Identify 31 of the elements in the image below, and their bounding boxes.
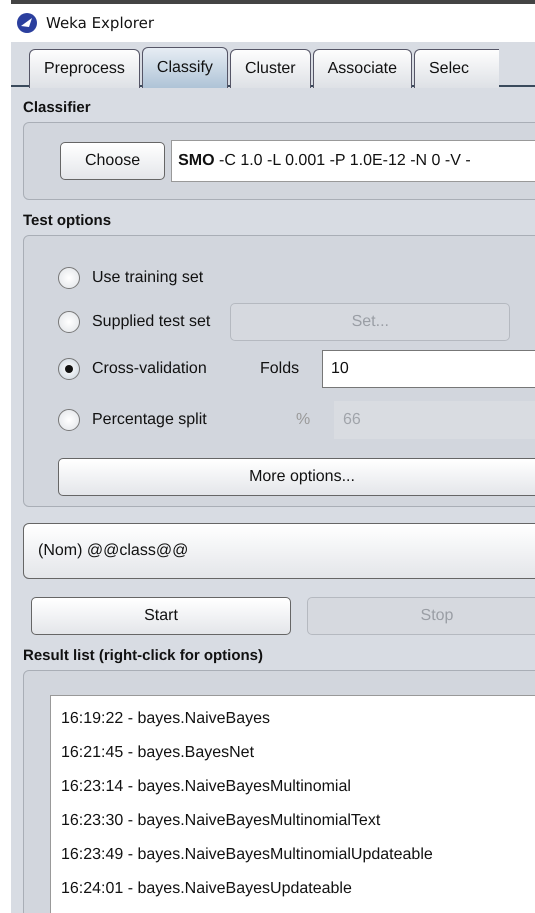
radio-label: Use training set	[92, 269, 204, 287]
radio-button[interactable]	[58, 409, 80, 431]
tab[interactable]: Preprocess	[29, 49, 140, 88]
radio-label: Percentage split	[92, 411, 208, 429]
more-options-button[interactable]: More options...	[58, 458, 535, 496]
field-label: %	[296, 411, 312, 429]
result-list-item[interactable]: 16:23:14 - bayes.NaiveBayesMultinomial	[51, 770, 535, 804]
field-label: Folds	[260, 360, 300, 378]
section-heading: Result list (right-click for options)	[23, 646, 264, 666]
radio-button[interactable]	[58, 267, 80, 289]
class-dropdown[interactable]: (Nom) @@class@@	[23, 523, 535, 579]
start-button[interactable]: Start	[31, 597, 291, 635]
tab[interactable]: Classify	[142, 47, 228, 88]
radio-button[interactable]	[58, 358, 80, 380]
tab[interactable]: Selec	[414, 49, 500, 88]
section-heading: Test options	[23, 211, 112, 231]
result-list-item[interactable]: 16:24:01 - bayes.NaiveBayesUpdateable	[51, 872, 535, 906]
tab[interactable]: Cluster	[230, 49, 311, 88]
result-list-item[interactable]: 16:21:45 - bayes.BayesNet	[51, 736, 535, 770]
choose-button[interactable]: Choose	[60, 142, 166, 180]
window-title: Weka Explorer	[46, 14, 154, 32]
result-list-item[interactable]: 16:19:22 - bayes.NaiveBayes	[51, 702, 535, 736]
result-list-item[interactable]: 16:23:30 - bayes.NaiveBayesMultinomialText	[51, 804, 535, 838]
radio-button[interactable]	[58, 311, 80, 333]
radio-label: Supplied test set	[92, 313, 210, 331]
radio-label: Cross-validation	[92, 360, 208, 378]
classifier-command-field[interactable]: SMO -C 1.0 -L 0.001 -P 1.0E-12 -N 0 -V -	[171, 140, 535, 182]
section-heading: Classifier	[23, 98, 92, 118]
tab[interactable]: Associate	[312, 49, 412, 88]
result-list-item[interactable]: 16:23:49 - bayes.NaiveBayesMultinomialUpdateable	[51, 838, 535, 872]
input-field[interactable]: 10	[322, 350, 535, 388]
